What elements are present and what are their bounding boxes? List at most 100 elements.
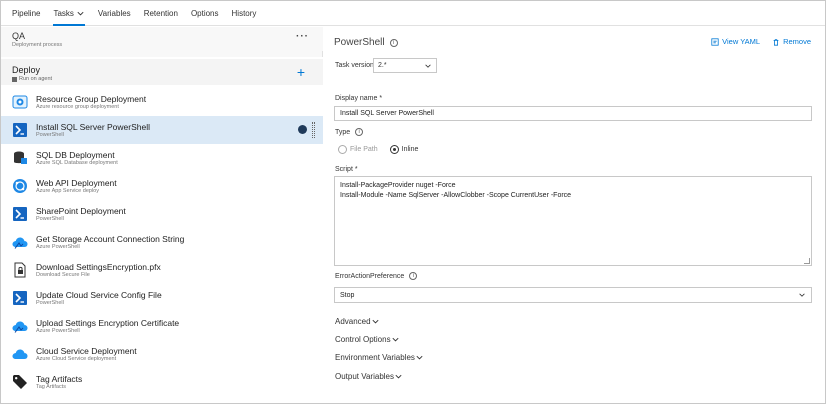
task-detail-pane: PowerShell i View YAML Remove Task versi…	[324, 27, 825, 403]
task-title: Tag Artifacts	[36, 373, 83, 384]
script-line: Install-PackageProvider nuget -Force	[340, 182, 456, 189]
detail-title: PowerShell i	[334, 37, 398, 48]
task-title: Install SQL Server PowerShell	[36, 121, 151, 132]
chevron-down-icon	[425, 64, 431, 68]
task-item-web-api-deployment[interactable]: Web API Deployment Azure App Service depl…	[1, 172, 323, 200]
remove-label: Remove	[783, 37, 811, 46]
app-service-icon	[13, 179, 27, 193]
more-options-icon[interactable]: ···	[296, 31, 309, 42]
tab-tasks[interactable]: Tasks	[53, 1, 86, 26]
task-title: SharePoint Deployment	[36, 205, 126, 216]
section-advanced[interactable]: Advanced	[335, 317, 380, 326]
task-status-dot	[298, 125, 307, 134]
section-environment-variables[interactable]: Environment Variables	[335, 353, 424, 362]
tab-label: History	[231, 8, 257, 18]
powershell-icon	[13, 291, 27, 305]
section-label: Output Variables	[335, 372, 394, 381]
stage-header[interactable]: QA Deployment process ···	[1, 27, 323, 51]
top-nav: Pipeline Tasks Variables Retention Optio…	[1, 1, 825, 26]
task-item-update-cloud-service-config-file[interactable]: Update Cloud Service Config File PowerShe…	[1, 284, 323, 312]
remove-button[interactable]: Remove	[772, 37, 811, 46]
section-control-options[interactable]: Control Options	[335, 335, 400, 344]
job-subtitle: Run on agent	[12, 76, 323, 82]
error-pref-select[interactable]: Stop	[334, 287, 812, 303]
drag-handle[interactable]	[312, 122, 315, 138]
job-header[interactable]: Deploy Run on agent +	[1, 59, 323, 85]
powershell-icon	[13, 123, 27, 137]
tab-label: Variables	[97, 8, 131, 18]
task-list: Deploy Run on agent + Resource Group Dep…	[1, 57, 323, 403]
tab-variables[interactable]: Variables	[98, 1, 131, 26]
detail-actions: View YAML Remove	[699, 37, 811, 46]
info-icon[interactable]: i	[389, 38, 398, 47]
yaml-icon	[711, 37, 719, 46]
task-subtitle: Azure App Service deploy	[36, 187, 99, 194]
detail-title-text: PowerShell	[334, 37, 385, 48]
task-item-sharepoint-deployment[interactable]: SharePoint Deployment PowerShell	[1, 200, 323, 228]
job-subtitle-text: Run on agent	[19, 76, 53, 82]
resize-handle-icon[interactable]	[804, 258, 810, 264]
tab-pipeline[interactable]: Pipeline	[12, 1, 40, 26]
type-radio-group: File Path Inline	[338, 145, 418, 154]
task-subtitle: PowerShell	[36, 299, 64, 306]
display-name-label: Display name *	[335, 95, 383, 102]
view-yaml-button[interactable]: View YAML	[711, 37, 760, 46]
task-item-resource-group-deployment[interactable]: Resource Group Deployment Azure resource …	[1, 88, 323, 116]
task-subtitle: Tag Artifacts	[36, 383, 66, 390]
task-item-download-settingsencryption-pfx[interactable]: Download SettingsEncryption.pfx Download …	[1, 256, 323, 284]
file-path-radio[interactable]	[338, 145, 347, 154]
tab-label: Pipeline	[12, 8, 41, 18]
task-subtitle: Azure SQL Database deployment	[36, 159, 118, 166]
tab-retention[interactable]: Retention	[144, 1, 178, 26]
task-title: Cloud Service Deployment	[36, 345, 137, 356]
job-title: Deploy	[12, 65, 41, 75]
error-pref-value: Stop	[340, 291, 355, 299]
task-subtitle: PowerShell	[36, 131, 64, 138]
error-pref-label-text: ErrorActionPreference	[335, 272, 405, 280]
chevron-down-icon	[799, 293, 805, 297]
agent-icon	[12, 76, 17, 82]
file-path-label: File Path	[350, 146, 378, 153]
chevron-down-icon	[392, 337, 399, 342]
chevron-down-icon	[77, 11, 84, 15]
tab-label: Options	[190, 8, 219, 18]
azure-cloud-icon	[12, 321, 28, 333]
task-item-upload-settings-encryption-certificate[interactable]: Upload Settings Encryption Certificate Az…	[1, 312, 323, 340]
task-item-tag-artifacts[interactable]: Tag Artifacts Tag Artifacts	[1, 368, 323, 396]
script-textarea[interactable]: Install-PackageProvider nuget -Force Ins…	[334, 176, 812, 266]
stage-subtitle: Deployment process	[12, 42, 63, 48]
inline-radio[interactable]	[389, 145, 399, 154]
section-output-variables[interactable]: Output Variables	[335, 372, 403, 381]
task-item-get-storage-account-connection-string[interactable]: Get Storage Account Connection String Azu…	[1, 228, 323, 256]
tab-options[interactable]: Options	[191, 1, 219, 26]
task-title: SQL DB Deployment	[36, 149, 115, 160]
add-task-button[interactable]: +	[297, 65, 305, 79]
azure-cloud-icon	[12, 349, 28, 359]
tab-label: Tasks	[53, 8, 74, 18]
display-name-input[interactable]: Install SQL Server PowerShell	[334, 106, 812, 121]
section-label: Environment Variables	[335, 353, 415, 362]
resource-group-icon	[12, 95, 28, 109]
tag-icon	[13, 375, 27, 389]
task-title: Upload Settings Encryption Certificate	[36, 317, 180, 328]
task-title: Web API Deployment	[36, 177, 117, 188]
azure-cloud-icon	[12, 237, 28, 249]
info-icon[interactable]: i	[409, 272, 418, 280]
task-list-pane: QA Deployment process ··· Deploy Run on …	[1, 27, 323, 403]
task-subtitle: Azure PowerShell	[36, 327, 80, 334]
task-subtitle: Azure PowerShell	[36, 243, 80, 250]
task-title: Resource Group Deployment	[36, 93, 147, 104]
tab-history[interactable]: History	[232, 1, 257, 26]
sql-db-icon	[14, 151, 27, 164]
task-item-cloud-service-deployment[interactable]: Cloud Service Deployment Azure Cloud Serv…	[1, 340, 323, 368]
task-subtitle: PowerShell	[36, 215, 64, 222]
task-version-select[interactable]: 2.*	[373, 58, 437, 73]
task-title: Get Storage Account Connection String	[36, 233, 185, 244]
info-icon[interactable]: i	[355, 128, 364, 136]
chevron-down-icon	[416, 355, 423, 360]
task-subtitle: Download Secure File	[36, 271, 90, 278]
task-item-install-sql-server-powershell[interactable]: Install SQL Server PowerShell PowerShell	[1, 116, 323, 144]
task-item-sql-db-deployment[interactable]: SQL DB Deployment Azure SQL Database depl…	[1, 144, 323, 172]
script-label: Script *	[335, 166, 358, 173]
section-label: Control Options	[335, 335, 391, 344]
